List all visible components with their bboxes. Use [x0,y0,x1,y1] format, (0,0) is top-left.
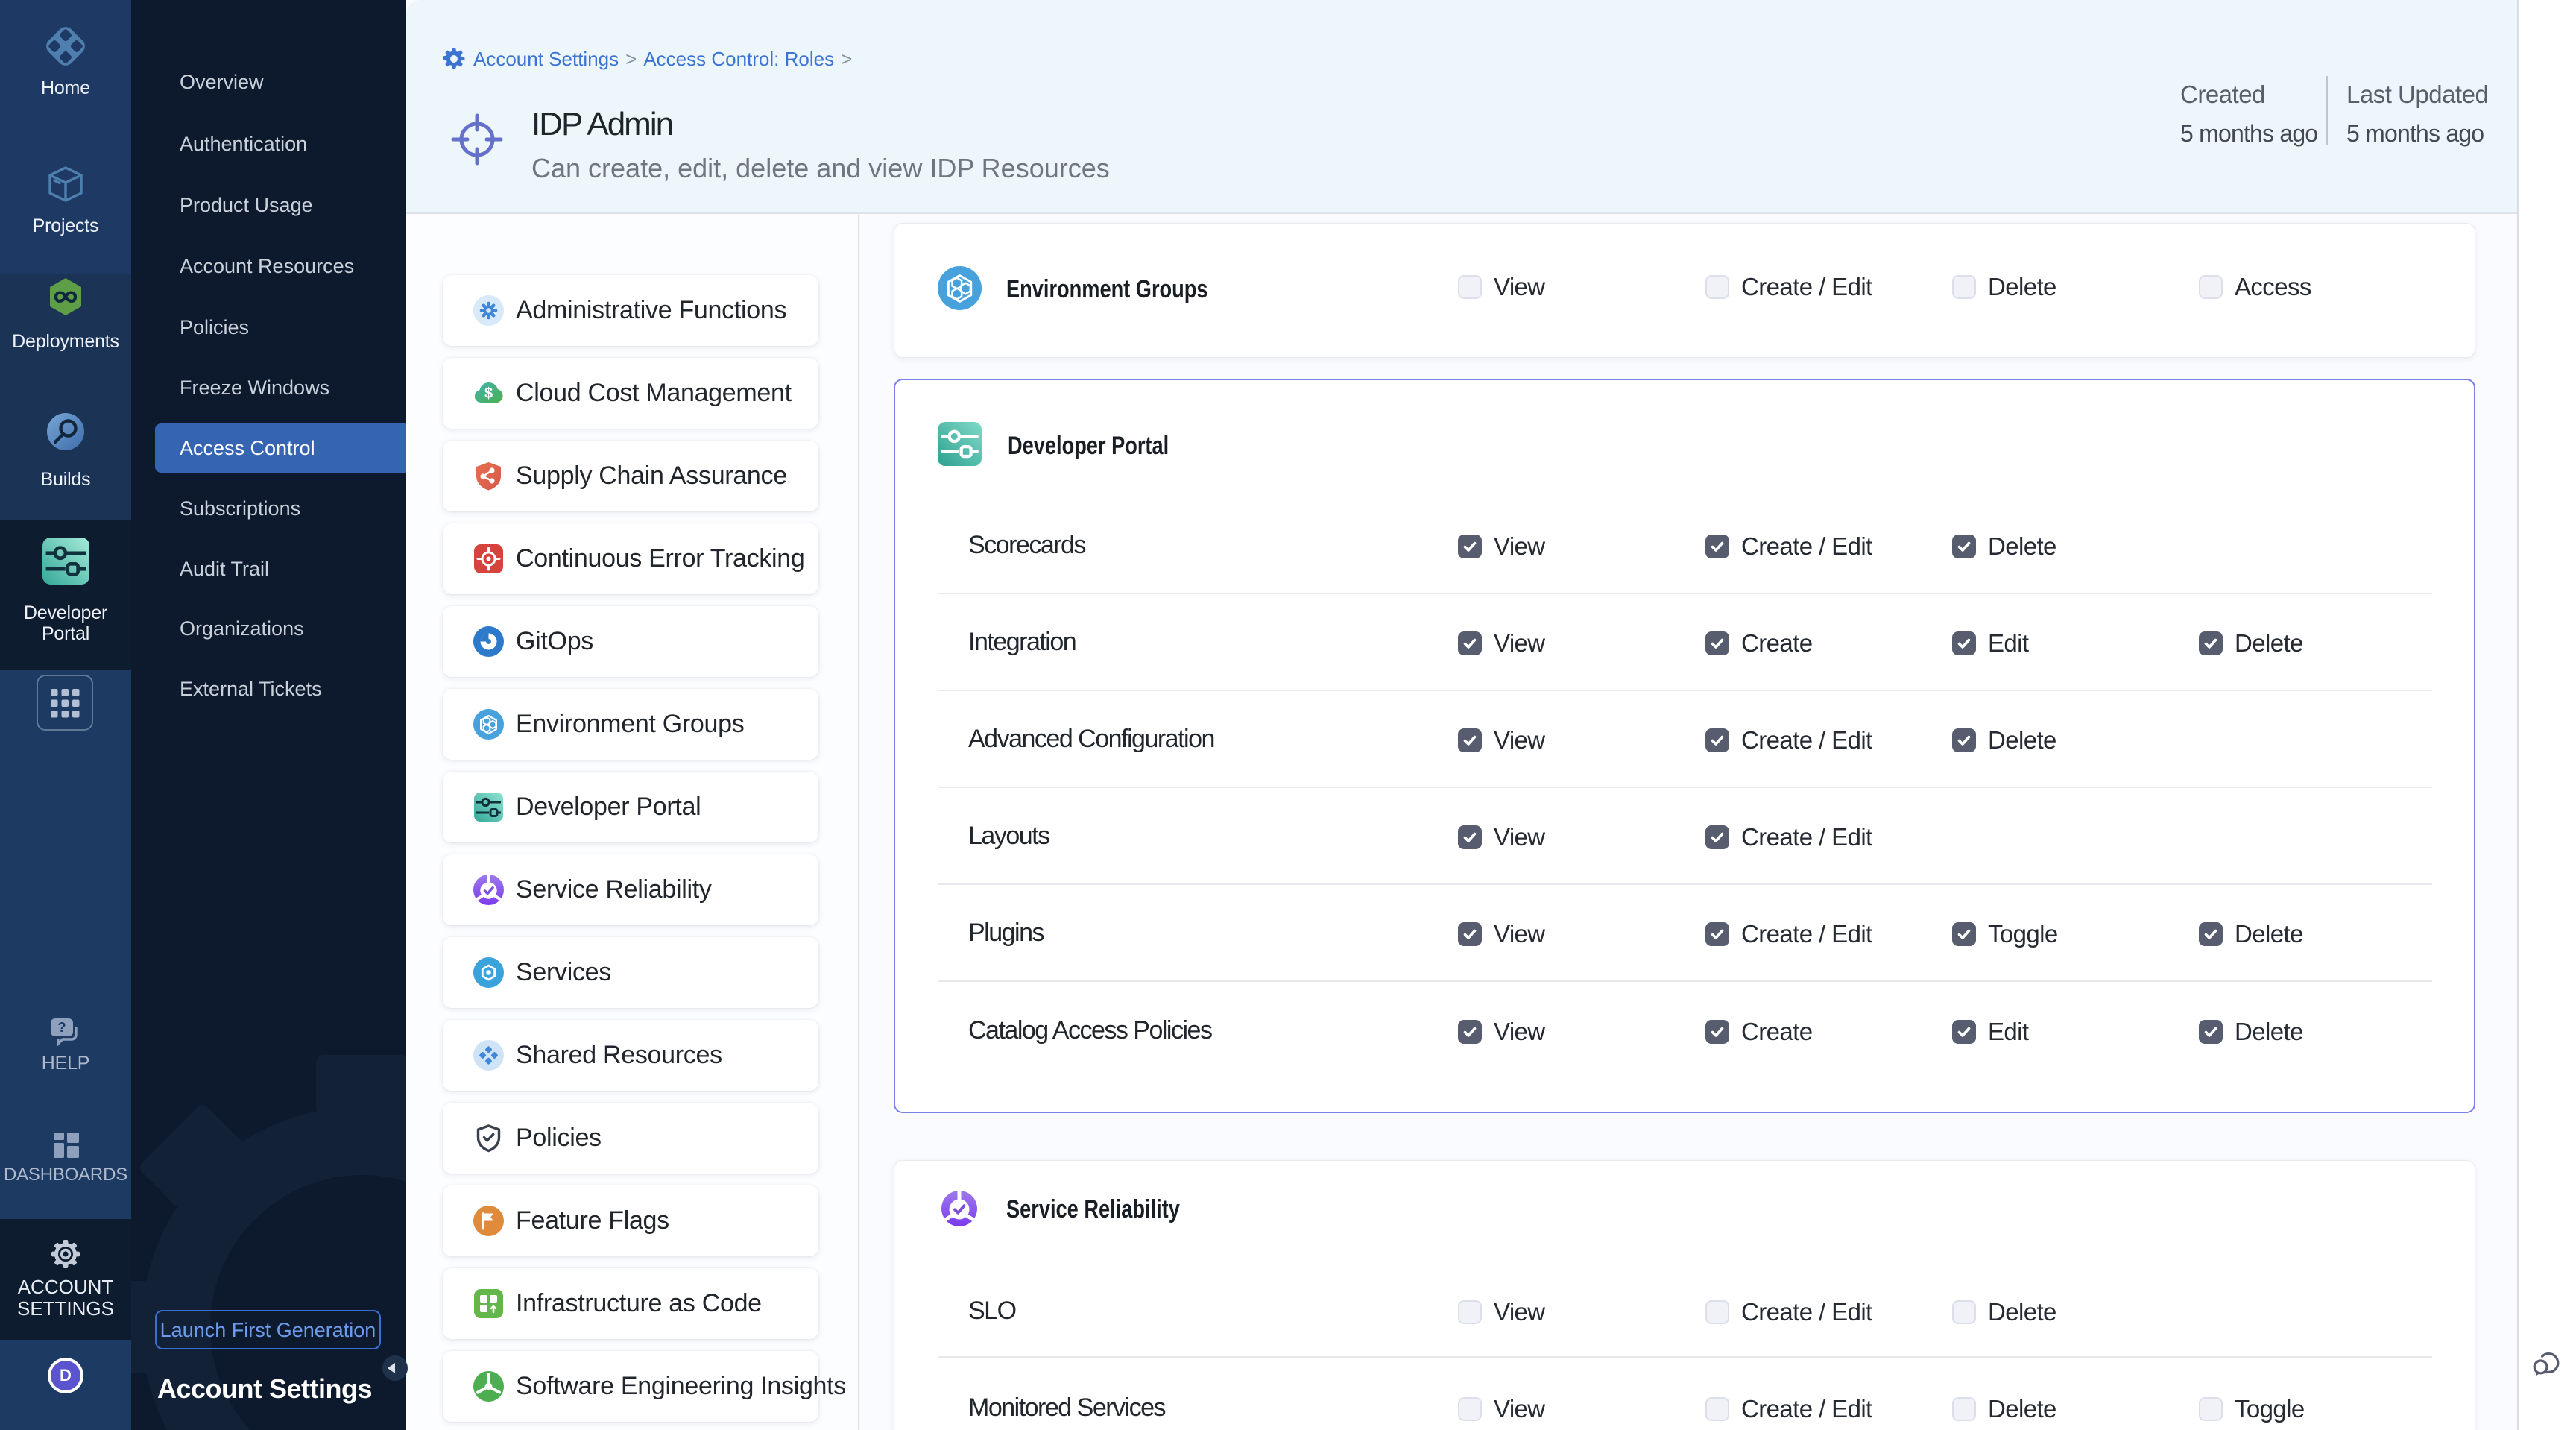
svg-text:?: ? [58,1020,66,1035]
svg-text:$: $ [484,385,493,402]
